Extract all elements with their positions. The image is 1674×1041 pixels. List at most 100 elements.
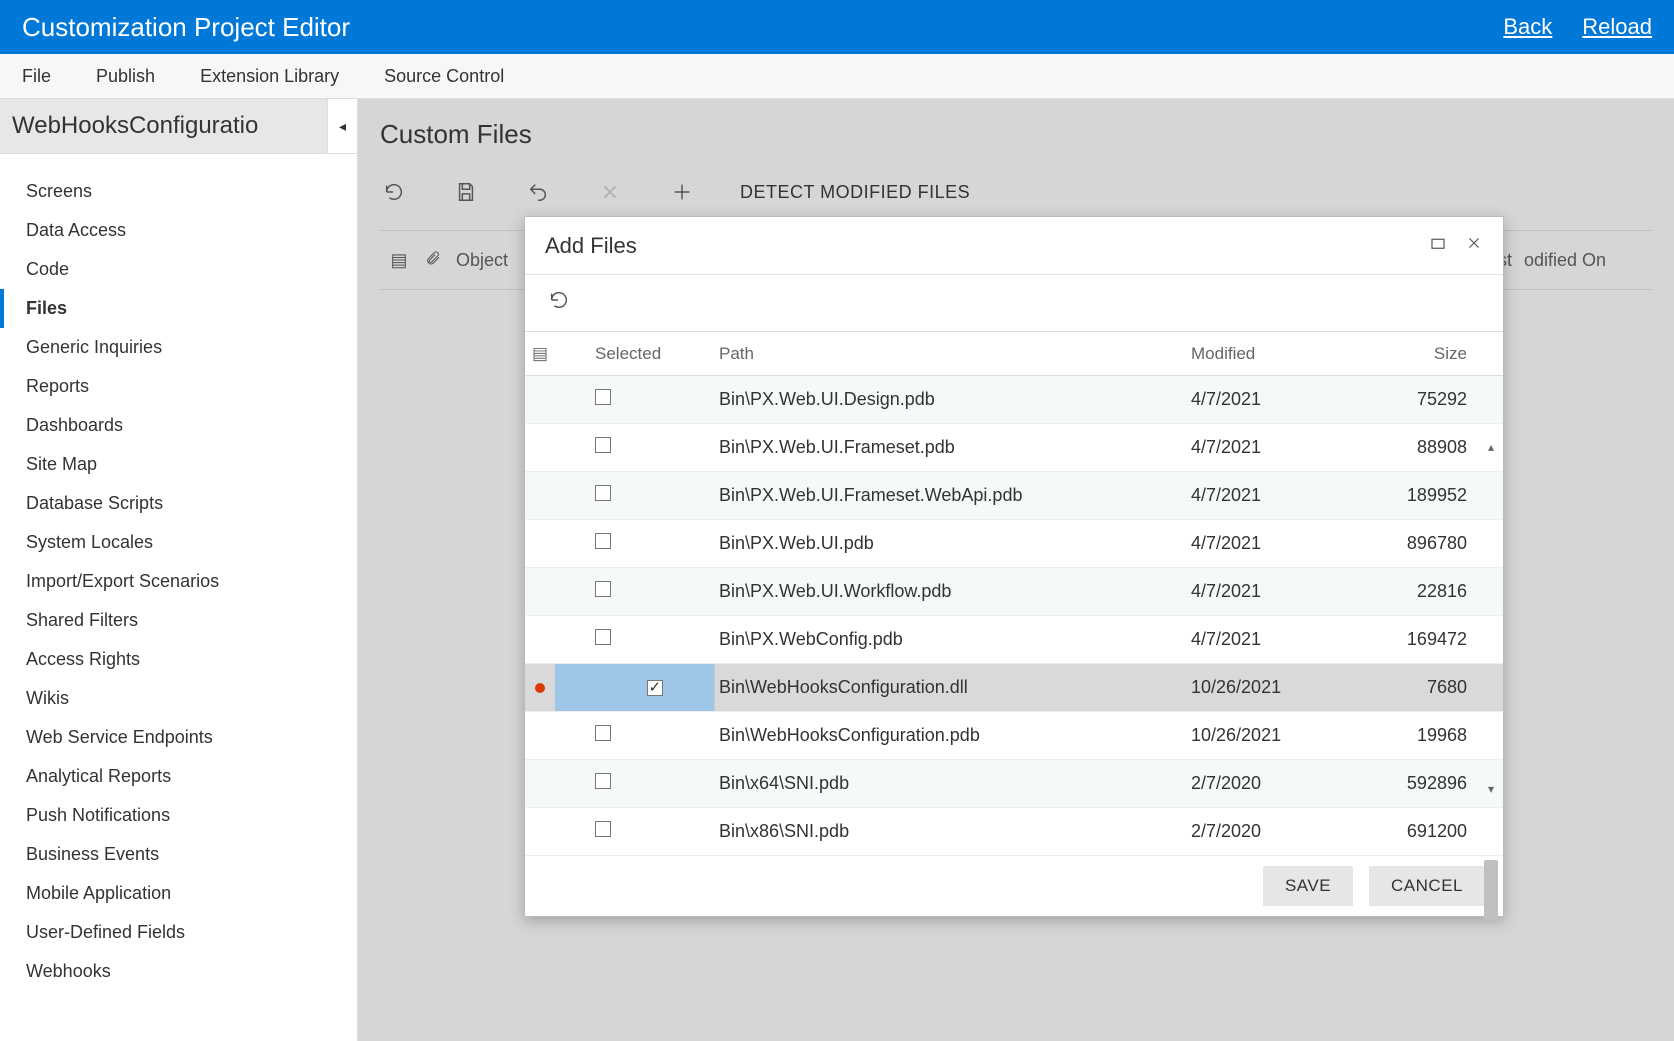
table-row[interactable]: Bin\WebHooksConfiguration.dll10/26/20217…: [525, 664, 1503, 712]
close-icon[interactable]: [1465, 234, 1483, 257]
refresh-icon[interactable]: [380, 181, 408, 203]
sidebar-items: ScreensData AccessCodeFilesGeneric Inqui…: [0, 154, 357, 1009]
detect-modified-files-button[interactable]: DETECT MODIFIED FILES: [740, 182, 970, 203]
row-checkbox[interactable]: [647, 680, 663, 696]
sidebar-item-generic-inquiries[interactable]: Generic Inquiries: [0, 328, 357, 367]
row-size: 7680: [1361, 677, 1481, 698]
sidebar-item-webhooks[interactable]: Webhooks: [0, 952, 357, 991]
col-modified[interactable]: Modified: [1191, 344, 1361, 364]
maximize-icon[interactable]: [1429, 234, 1447, 257]
col-object[interactable]: Object: [456, 250, 508, 271]
sidebar-item-dashboards[interactable]: Dashboards: [0, 406, 357, 445]
sidebar-item-site-map[interactable]: Site Map: [0, 445, 357, 484]
row-checkbox[interactable]: [595, 773, 611, 789]
row-checkbox[interactable]: [595, 581, 611, 597]
menu-source-control[interactable]: Source Control: [384, 66, 504, 87]
sidebar-item-access-rights[interactable]: Access Rights: [0, 640, 357, 679]
row-modified: 2/7/2020: [1191, 773, 1361, 794]
sidebar-item-push-notifications[interactable]: Push Notifications: [0, 796, 357, 835]
table-row[interactable]: Bin\x86\SNI.pdb2/7/2020691200: [525, 808, 1503, 856]
sidebar-item-files[interactable]: Files: [0, 289, 357, 328]
row-size: 169472: [1361, 629, 1481, 650]
row-checkbox[interactable]: [595, 821, 611, 837]
table-row[interactable]: Bin\x64\SNI.pdb2/7/2020592896: [525, 760, 1503, 808]
col-size[interactable]: Size: [1361, 344, 1481, 364]
row-checkbox[interactable]: [595, 725, 611, 741]
files-grid: ▤ Selected Path Modified Size Bin\PX.Web…: [525, 331, 1503, 856]
sidebar-item-data-access[interactable]: Data Access: [0, 211, 357, 250]
menu-extension-library[interactable]: Extension Library: [200, 66, 339, 87]
col-selected[interactable]: Selected: [555, 344, 715, 364]
scroll-down-icon[interactable]: ▾: [1483, 782, 1499, 796]
grid-settings-icon[interactable]: ▤: [388, 250, 410, 271]
table-row[interactable]: Bin\PX.WebConfig.pdb4/7/2021169472: [525, 616, 1503, 664]
row-selected-cell: [555, 725, 715, 746]
row-selected-cell: [555, 485, 715, 506]
undo-icon[interactable]: [524, 181, 552, 203]
table-row[interactable]: Bin\PX.Web.UI.Design.pdb4/7/202175292: [525, 376, 1503, 424]
menu-publish[interactable]: Publish: [96, 66, 155, 87]
sidebar: WebHooksConfiguratio ◂ ScreensData Acces…: [0, 99, 358, 1041]
row-modified: 2/7/2020: [1191, 821, 1361, 842]
add-files-dialog: Add Files ▤ Selected Path Modified Size …: [524, 216, 1504, 917]
table-row[interactable]: Bin\WebHooksConfiguration.pdb10/26/20211…: [525, 712, 1503, 760]
cancel-button[interactable]: CANCEL: [1369, 866, 1485, 906]
row-path: Bin\PX.Web.UI.Frameset.WebApi.pdb: [715, 485, 1191, 506]
save-icon[interactable]: [452, 181, 480, 203]
sidebar-item-import-export-scenarios[interactable]: Import/Export Scenarios: [0, 562, 357, 601]
dialog-refresh-icon[interactable]: [545, 289, 573, 317]
sidebar-item-shared-filters[interactable]: Shared Filters: [0, 601, 357, 640]
row-modified: 4/7/2021: [1191, 389, 1361, 410]
add-icon[interactable]: [668, 181, 696, 203]
row-path: Bin\x86\SNI.pdb: [715, 821, 1191, 842]
row-path: Bin\WebHooksConfiguration.pdb: [715, 725, 1191, 746]
sidebar-item-code[interactable]: Code: [0, 250, 357, 289]
row-path: Bin\PX.Web.UI.Workflow.pdb: [715, 581, 1191, 602]
sidebar-item-screens[interactable]: Screens: [0, 172, 357, 211]
table-row[interactable]: Bin\PX.Web.UI.Workflow.pdb4/7/202122816: [525, 568, 1503, 616]
sidebar-item-user-defined-fields[interactable]: User-Defined Fields: [0, 913, 357, 952]
row-selected-cell: [555, 821, 715, 842]
table-row[interactable]: Bin\PX.Web.UI.Frameset.WebApi.pdb4/7/202…: [525, 472, 1503, 520]
attachment-icon[interactable]: [422, 250, 444, 271]
row-size: 189952: [1361, 485, 1481, 506]
menu-file[interactable]: File: [22, 66, 51, 87]
row-checkbox[interactable]: [595, 437, 611, 453]
row-modified: 4/7/2021: [1191, 581, 1361, 602]
row-checkbox[interactable]: [595, 485, 611, 501]
row-selected-cell: [555, 773, 715, 794]
row-selected-cell: [555, 664, 715, 711]
sidebar-item-system-locales[interactable]: System Locales: [0, 523, 357, 562]
sidebar-item-wikis[interactable]: Wikis: [0, 679, 357, 718]
sidebar-item-analytical-reports[interactable]: Analytical Reports: [0, 757, 357, 796]
table-row[interactable]: Bin\PX.Web.UI.Frameset.pdb4/7/202188908: [525, 424, 1503, 472]
sidebar-item-mobile-application[interactable]: Mobile Application: [0, 874, 357, 913]
grid-settings-icon[interactable]: ▤: [525, 344, 555, 364]
scroll-up-icon[interactable]: ▴: [1483, 440, 1499, 454]
row-path: Bin\x64\SNI.pdb: [715, 773, 1191, 794]
row-path: Bin\PX.Web.UI.Design.pdb: [715, 389, 1191, 410]
scroll-thumb[interactable]: [1484, 860, 1498, 920]
sidebar-item-database-scripts[interactable]: Database Scripts: [0, 484, 357, 523]
row-selected-cell: [555, 389, 715, 410]
sidebar-item-business-events[interactable]: Business Events: [0, 835, 357, 874]
sidebar-collapse-button[interactable]: ◂: [327, 99, 357, 154]
row-checkbox[interactable]: [595, 629, 611, 645]
delete-icon: [596, 181, 624, 203]
row-path: Bin\WebHooksConfiguration.dll: [715, 677, 1191, 698]
table-row[interactable]: Bin\PX.Web.UI.pdb4/7/2021896780: [525, 520, 1503, 568]
sidebar-item-reports[interactable]: Reports: [0, 367, 357, 406]
content-title: Custom Files: [380, 119, 1652, 150]
row-checkbox[interactable]: [595, 389, 611, 405]
grid-scrollbar[interactable]: ▴ ▾: [1483, 440, 1499, 796]
save-button[interactable]: SAVE: [1263, 866, 1353, 906]
sidebar-item-web-service-endpoints[interactable]: Web Service Endpoints: [0, 718, 357, 757]
back-link[interactable]: Back: [1503, 14, 1552, 40]
reload-link[interactable]: Reload: [1582, 14, 1652, 40]
grid-header-row: ▤ Selected Path Modified Size: [525, 332, 1503, 376]
row-selected-cell: [555, 437, 715, 458]
row-size: 896780: [1361, 533, 1481, 554]
row-checkbox[interactable]: [595, 533, 611, 549]
col-path[interactable]: Path: [715, 344, 1191, 364]
row-indicator: [525, 677, 555, 698]
